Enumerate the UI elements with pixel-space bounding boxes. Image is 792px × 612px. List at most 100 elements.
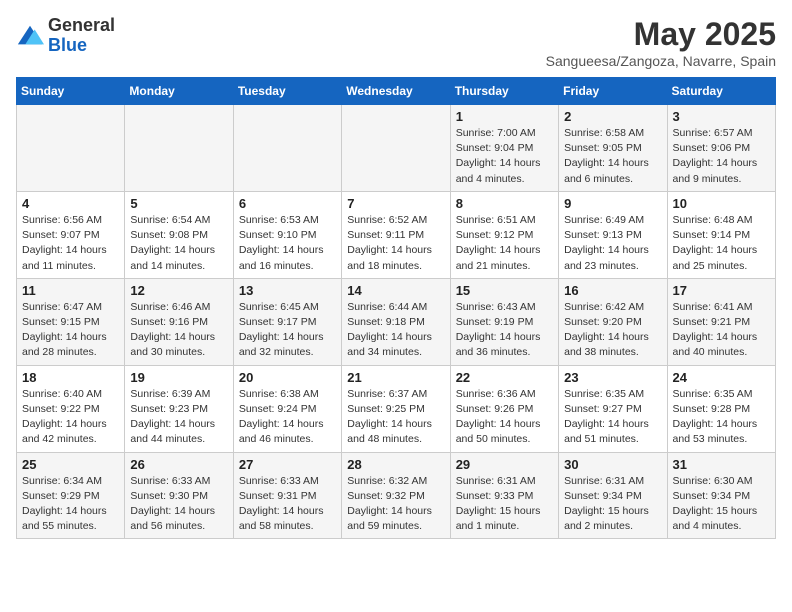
day-info: Sunrise: 6:47 AM Sunset: 9:15 PM Dayligh… bbox=[22, 300, 119, 361]
day-number: 4 bbox=[22, 196, 119, 211]
calendar-cell: 24Sunrise: 6:35 AM Sunset: 9:28 PM Dayli… bbox=[667, 365, 775, 452]
calendar-cell: 14 Sunrise: 6:44 AM Sunset: 9:18 PM Dayli… bbox=[342, 278, 450, 365]
day-info: Sunrise: 6:34 AM Sunset: 9:29 PM Dayligh… bbox=[22, 474, 119, 535]
day-number: 24 bbox=[673, 370, 770, 385]
day-info: Sunrise: 6:48 AM Sunset: 9:14 PM Dayligh… bbox=[673, 213, 770, 274]
day-number: 5 bbox=[130, 196, 227, 211]
day-number: 10 bbox=[673, 196, 770, 211]
day-number: 16 bbox=[564, 283, 661, 298]
day-of-week-header: Monday bbox=[125, 78, 233, 105]
calendar-cell: 5 Sunrise: 6:54 AM Sunset: 9:08 PM Daylig… bbox=[125, 191, 233, 278]
calendar-body: 1Sunrise: 7:00 AM Sunset: 9:04 PM Daylig… bbox=[17, 105, 776, 539]
logo-general: General bbox=[48, 16, 115, 36]
calendar-cell: 25 Sunrise: 6:34 AM Sunset: 9:29 PM Dayli… bbox=[17, 452, 125, 539]
day-number: 14 bbox=[347, 283, 444, 298]
logo: General Blue bbox=[16, 16, 115, 56]
day-info: Sunrise: 6:57 AM Sunset: 9:06 PM Dayligh… bbox=[673, 126, 770, 187]
day-info: Sunrise: 6:43 AM Sunset: 9:19 PM Dayligh… bbox=[456, 300, 553, 361]
calendar-cell: 1Sunrise: 7:00 AM Sunset: 9:04 PM Daylig… bbox=[450, 105, 558, 192]
calendar-cell: 13 Sunrise: 6:45 AM Sunset: 9:17 PM Dayli… bbox=[233, 278, 341, 365]
day-number: 26 bbox=[130, 457, 227, 472]
calendar-cell: 3Sunrise: 6:57 AM Sunset: 9:06 PM Daylig… bbox=[667, 105, 775, 192]
day-number: 19 bbox=[130, 370, 227, 385]
day-info: Sunrise: 6:38 AM Sunset: 9:24 PM Dayligh… bbox=[239, 387, 336, 448]
day-info: Sunrise: 6:39 AM Sunset: 9:23 PM Dayligh… bbox=[130, 387, 227, 448]
day-number: 31 bbox=[673, 457, 770, 472]
day-info: Sunrise: 6:32 AM Sunset: 9:32 PM Dayligh… bbox=[347, 474, 444, 535]
day-of-week-header: Friday bbox=[559, 78, 667, 105]
calendar-cell: 17 Sunrise: 6:41 AM Sunset: 9:21 PM Dayli… bbox=[667, 278, 775, 365]
calendar-cell: 2Sunrise: 6:58 AM Sunset: 9:05 PM Daylig… bbox=[559, 105, 667, 192]
day-number: 13 bbox=[239, 283, 336, 298]
calendar-cell: 21Sunrise: 6:37 AM Sunset: 9:25 PM Dayli… bbox=[342, 365, 450, 452]
calendar-cell: 9Sunrise: 6:49 AM Sunset: 9:13 PM Daylig… bbox=[559, 191, 667, 278]
calendar-cell: 6 Sunrise: 6:53 AM Sunset: 9:10 PM Daylig… bbox=[233, 191, 341, 278]
logo-text: General Blue bbox=[48, 16, 115, 56]
day-info: Sunrise: 6:40 AM Sunset: 9:22 PM Dayligh… bbox=[22, 387, 119, 448]
page-header: General Blue May 2025 Sangueesa/Zangoza,… bbox=[16, 16, 776, 69]
day-number: 23 bbox=[564, 370, 661, 385]
calendar-cell bbox=[17, 105, 125, 192]
title-block: May 2025 Sangueesa/Zangoza, Navarre, Spa… bbox=[546, 16, 776, 69]
day-info: Sunrise: 6:44 AM Sunset: 9:18 PM Dayligh… bbox=[347, 300, 444, 361]
day-info: Sunrise: 6:36 AM Sunset: 9:26 PM Dayligh… bbox=[456, 387, 553, 448]
calendar-week-row: 25 Sunrise: 6:34 AM Sunset: 9:29 PM Dayli… bbox=[17, 452, 776, 539]
calendar-cell: 23 Sunrise: 6:35 AM Sunset: 9:27 PM Dayli… bbox=[559, 365, 667, 452]
day-info: Sunrise: 6:31 AM Sunset: 9:33 PM Dayligh… bbox=[456, 474, 553, 535]
day-number: 8 bbox=[456, 196, 553, 211]
day-number: 17 bbox=[673, 283, 770, 298]
calendar-cell: 26 Sunrise: 6:33 AM Sunset: 9:30 PM Dayli… bbox=[125, 452, 233, 539]
day-info: Sunrise: 6:31 AM Sunset: 9:34 PM Dayligh… bbox=[564, 474, 661, 535]
day-number: 7 bbox=[347, 196, 444, 211]
day-info: Sunrise: 6:54 AM Sunset: 9:08 PM Dayligh… bbox=[130, 213, 227, 274]
calendar-cell: 11Sunrise: 6:47 AM Sunset: 9:15 PM Dayli… bbox=[17, 278, 125, 365]
calendar-cell bbox=[233, 105, 341, 192]
day-info: Sunrise: 6:35 AM Sunset: 9:27 PM Dayligh… bbox=[564, 387, 661, 448]
day-of-week-header: Tuesday bbox=[233, 78, 341, 105]
calendar-week-row: 18 Sunrise: 6:40 AM Sunset: 9:22 PM Dayli… bbox=[17, 365, 776, 452]
calendar-cell: 4 Sunrise: 6:56 AM Sunset: 9:07 PM Daylig… bbox=[17, 191, 125, 278]
calendar-cell: 19 Sunrise: 6:39 AM Sunset: 9:23 PM Dayli… bbox=[125, 365, 233, 452]
calendar-cell: 22 Sunrise: 6:36 AM Sunset: 9:26 PM Dayli… bbox=[450, 365, 558, 452]
day-info: Sunrise: 6:56 AM Sunset: 9:07 PM Dayligh… bbox=[22, 213, 119, 274]
day-number: 28 bbox=[347, 457, 444, 472]
day-info: Sunrise: 6:30 AM Sunset: 9:34 PM Dayligh… bbox=[673, 474, 770, 535]
day-info: Sunrise: 6:49 AM Sunset: 9:13 PM Dayligh… bbox=[564, 213, 661, 274]
calendar-cell: 10 Sunrise: 6:48 AM Sunset: 9:14 PM Dayli… bbox=[667, 191, 775, 278]
location-subtitle: Sangueesa/Zangoza, Navarre, Spain bbox=[546, 53, 776, 69]
calendar-week-row: 1Sunrise: 7:00 AM Sunset: 9:04 PM Daylig… bbox=[17, 105, 776, 192]
calendar-table: SundayMondayTuesdayWednesdayThursdayFrid… bbox=[16, 77, 776, 539]
day-info: Sunrise: 6:45 AM Sunset: 9:17 PM Dayligh… bbox=[239, 300, 336, 361]
calendar-week-row: 11Sunrise: 6:47 AM Sunset: 9:15 PM Dayli… bbox=[17, 278, 776, 365]
calendar-cell bbox=[125, 105, 233, 192]
day-of-week-header: Saturday bbox=[667, 78, 775, 105]
day-number: 22 bbox=[456, 370, 553, 385]
day-info: Sunrise: 6:33 AM Sunset: 9:31 PM Dayligh… bbox=[239, 474, 336, 535]
day-info: Sunrise: 6:53 AM Sunset: 9:10 PM Dayligh… bbox=[239, 213, 336, 274]
day-info: Sunrise: 6:33 AM Sunset: 9:30 PM Dayligh… bbox=[130, 474, 227, 535]
day-info: Sunrise: 6:46 AM Sunset: 9:16 PM Dayligh… bbox=[130, 300, 227, 361]
calendar-cell: 28 Sunrise: 6:32 AM Sunset: 9:32 PM Dayli… bbox=[342, 452, 450, 539]
day-info: Sunrise: 6:41 AM Sunset: 9:21 PM Dayligh… bbox=[673, 300, 770, 361]
day-number: 15 bbox=[456, 283, 553, 298]
day-number: 12 bbox=[130, 283, 227, 298]
month-title: May 2025 bbox=[546, 16, 776, 53]
day-number: 6 bbox=[239, 196, 336, 211]
calendar-cell: 29Sunrise: 6:31 AM Sunset: 9:33 PM Dayli… bbox=[450, 452, 558, 539]
calendar-header: SundayMondayTuesdayWednesdayThursdayFrid… bbox=[17, 78, 776, 105]
calendar-cell: 31 Sunrise: 6:30 AM Sunset: 9:34 PM Dayli… bbox=[667, 452, 775, 539]
calendar-cell: 18 Sunrise: 6:40 AM Sunset: 9:22 PM Dayli… bbox=[17, 365, 125, 452]
logo-blue: Blue bbox=[48, 36, 115, 56]
day-info: Sunrise: 6:42 AM Sunset: 9:20 PM Dayligh… bbox=[564, 300, 661, 361]
day-number: 18 bbox=[22, 370, 119, 385]
calendar-cell: 20Sunrise: 6:38 AM Sunset: 9:24 PM Dayli… bbox=[233, 365, 341, 452]
day-number: 1 bbox=[456, 109, 553, 124]
day-of-week-header: Thursday bbox=[450, 78, 558, 105]
calendar-cell bbox=[342, 105, 450, 192]
calendar-cell: 12 Sunrise: 6:46 AM Sunset: 9:16 PM Dayli… bbox=[125, 278, 233, 365]
day-number: 21 bbox=[347, 370, 444, 385]
day-number: 25 bbox=[22, 457, 119, 472]
day-of-week-header: Sunday bbox=[17, 78, 125, 105]
day-info: Sunrise: 6:52 AM Sunset: 9:11 PM Dayligh… bbox=[347, 213, 444, 274]
calendar-cell: 30Sunrise: 6:31 AM Sunset: 9:34 PM Dayli… bbox=[559, 452, 667, 539]
